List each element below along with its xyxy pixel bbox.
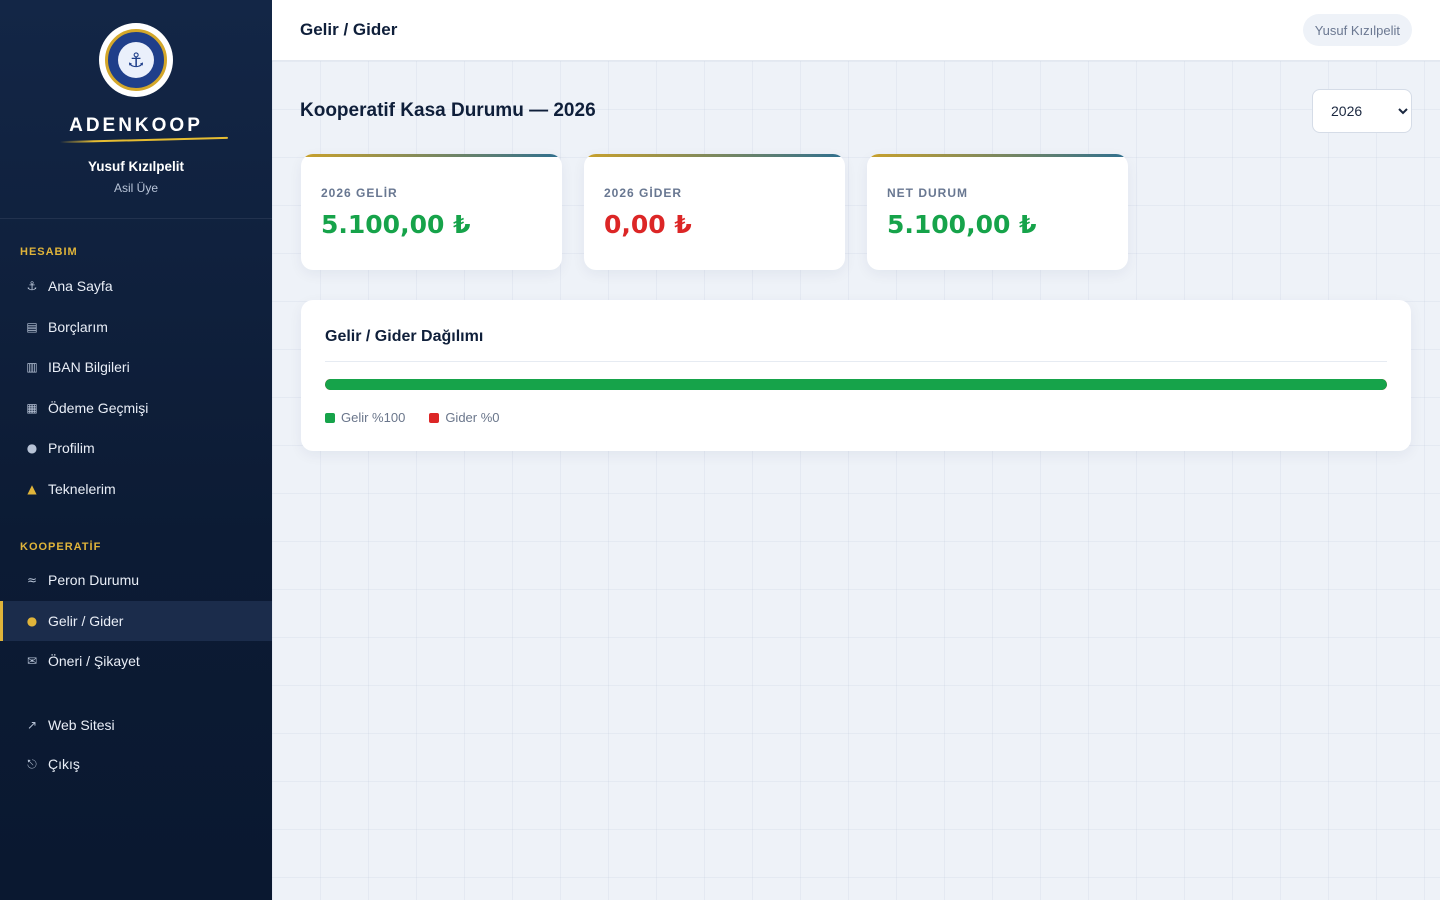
sidebar-item-profilim[interactable]: ● Profilim xyxy=(0,428,272,469)
boat-icon: ▲ xyxy=(27,481,37,496)
map-icon: ≈ xyxy=(26,573,38,588)
nav-list-kooperatif: ≈ Peron Durumu ● Gelir / Gider ✉ Öneri /… xyxy=(0,560,272,682)
section-heading: Kooperatif Kasa Durumu — 2026 xyxy=(300,100,596,121)
divider xyxy=(325,361,1387,362)
sidebar-item-label: Borçlarım xyxy=(48,318,108,335)
sidebar: ⚓ ADENKOOP Yusuf Kızılpelit Asil Üye HES… xyxy=(0,0,272,900)
sidebar-item-cikis[interactable]: ⎋ Çıkış xyxy=(0,745,272,783)
envelope-icon: ✉ xyxy=(26,654,38,669)
topbar: Gelir / Gider Yusuf Kızılpelit xyxy=(272,0,1440,61)
legend-item-income: Gelir %100 xyxy=(325,410,405,425)
stat-label: NET DURUM xyxy=(887,186,968,200)
sidebar-item-borclarim[interactable]: ▤ Borçlarım xyxy=(0,307,272,348)
external-link-icon: ↗ xyxy=(26,717,38,732)
user-icon: ● xyxy=(26,441,38,456)
receipt-icon: ▦ xyxy=(26,400,38,415)
sidebar-item-label: Teknelerim xyxy=(48,480,116,497)
user-chip[interactable]: Yusuf Kızılpelit xyxy=(1302,14,1412,46)
sidebar-item-label: IBAN Bilgileri xyxy=(48,359,130,376)
stat-value: 0,00 ₺ xyxy=(604,210,692,239)
distribution-card: Gelir / Gider Dağılımı Gelir %100 Gider … xyxy=(301,300,1411,451)
cooperative-logo: ⚓ xyxy=(99,23,173,97)
sidebar-item-label: Gelir / Gider xyxy=(48,612,124,629)
sidebar-item-label: Öneri / Şikayet xyxy=(48,653,140,670)
distribution-title: Gelir / Gider Dağılımı xyxy=(325,328,484,345)
legend-item-expense: Gider %0 xyxy=(429,410,500,425)
stat-label: 2026 GELİR xyxy=(321,186,398,200)
sidebar-item-label: Ana Sayfa xyxy=(48,278,113,295)
stat-value: 5.100,00 ₺ xyxy=(887,210,1037,239)
distribution-bar xyxy=(325,379,1387,390)
sidebar-item-oneri-sikayet[interactable]: ✉ Öneri / Şikayet xyxy=(0,641,272,682)
year-select[interactable]: 2026 xyxy=(1312,89,1412,133)
sidebar-item-gelir-gider[interactable]: ● Gelir / Gider xyxy=(0,600,272,641)
sidebar-brand: ⚓ ADENKOOP Yusuf Kızılpelit Asil Üye xyxy=(0,0,272,219)
stat-card-expense: 2026 GİDER 0,00 ₺ xyxy=(584,154,845,270)
sidebar-item-label: Ödeme Geçmişi xyxy=(48,399,149,416)
income-swatch xyxy=(325,412,335,423)
sidebar-item-label: Çıkış xyxy=(48,756,80,772)
legend-label: Gider %0 xyxy=(445,410,500,425)
sidebar-item-web-sitesi[interactable]: ↗ Web Sitesi xyxy=(0,705,272,746)
main-header: Kooperatif Kasa Durumu — 2026 2026 xyxy=(300,89,1412,133)
page-title: Gelir / Gider xyxy=(300,20,398,39)
stat-label: 2026 GİDER xyxy=(604,186,683,200)
distribution-legend: Gelir %100 Gider %0 xyxy=(325,410,500,425)
sidebar-item-iban-bilgileri[interactable]: ▥ IBAN Bilgileri xyxy=(0,347,272,388)
section-title-hesabim: HESABIM xyxy=(20,246,78,258)
expense-swatch xyxy=(429,412,440,423)
stat-card-income: 2026 GELİR 5.100,00 ₺ xyxy=(301,154,562,270)
stat-value: 5.100,00 ₺ xyxy=(321,210,471,239)
sidebar-user-name: Yusuf Kızılpelit xyxy=(87,159,184,174)
sidebar-item-odeme-gecmisi[interactable]: ▦ Ödeme Geçmişi xyxy=(0,388,272,429)
sidebar-item-teknelerim[interactable]: ▲ Teknelerim xyxy=(0,469,272,510)
main-content: Kooperatif Kasa Durumu — 2026 2026 2026 … xyxy=(272,61,1440,900)
legend-label: Gelir %100 xyxy=(341,410,406,425)
logo-seal: ⚓ xyxy=(105,29,167,91)
money-bag-icon: ● xyxy=(26,613,38,628)
bank-icon: ▥ xyxy=(26,360,38,375)
sidebar-item-label: Profilim xyxy=(48,440,95,457)
stat-card-net: NET DURUM 5.100,00 ₺ xyxy=(867,154,1128,270)
nav-list-external: ↗ Web Sitesi ⎋ Çıkış xyxy=(0,705,272,784)
logout-icon: ⎋ xyxy=(27,756,37,771)
brand-underline xyxy=(60,136,228,144)
sidebar-item-peron-durumu[interactable]: ≈ Peron Durumu xyxy=(0,560,272,601)
income-bar-fill xyxy=(325,379,1387,390)
nav-list-hesabim: ⚓ Ana Sayfa ▤ Borçlarım ▥ IBAN Bilgileri… xyxy=(0,266,272,509)
sidebar-item-ana-sayfa[interactable]: ⚓ Ana Sayfa xyxy=(0,266,272,307)
brand-name: ADENKOOP xyxy=(69,115,203,136)
anchor-icon: ⚓ xyxy=(26,279,38,294)
sidebar-user-role: Asil Üye xyxy=(113,181,158,195)
anchor-icon: ⚓ xyxy=(118,42,154,78)
clipboard-icon: ▤ xyxy=(26,319,38,334)
sidebar-item-label: Peron Durumu xyxy=(48,572,140,589)
section-title-kooperatif: KOOPERATİF xyxy=(20,541,102,553)
sidebar-item-label: Web Sitesi xyxy=(48,716,115,733)
